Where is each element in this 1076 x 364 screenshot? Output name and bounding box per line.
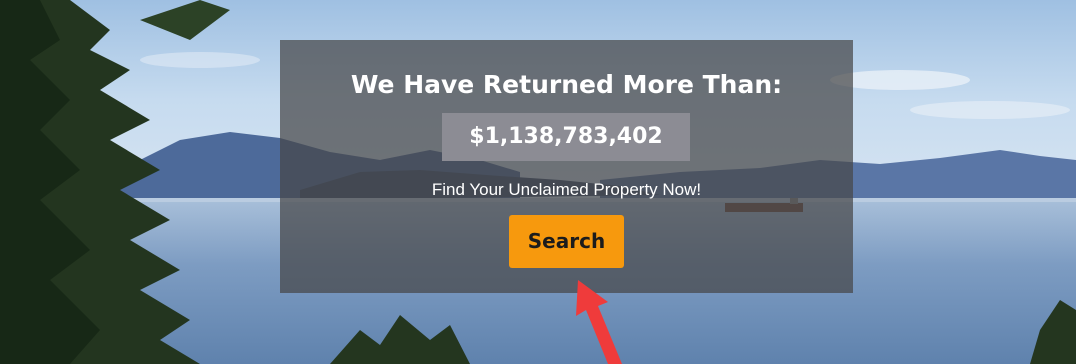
banner-tagline: Find Your Unclaimed Property Now! (431, 180, 702, 199)
returned-amount: $1,138,783,402 (442, 113, 690, 161)
banner-headline: We Have Returned More Than: (350, 70, 783, 99)
red-arrow-icon (576, 280, 622, 364)
search-button[interactable]: Search (509, 215, 624, 268)
hero-section: We Have Returned More Than: $1,138,783,4… (0, 0, 1076, 364)
unclaimed-property-banner: We Have Returned More Than: $1,138,783,4… (280, 40, 853, 293)
